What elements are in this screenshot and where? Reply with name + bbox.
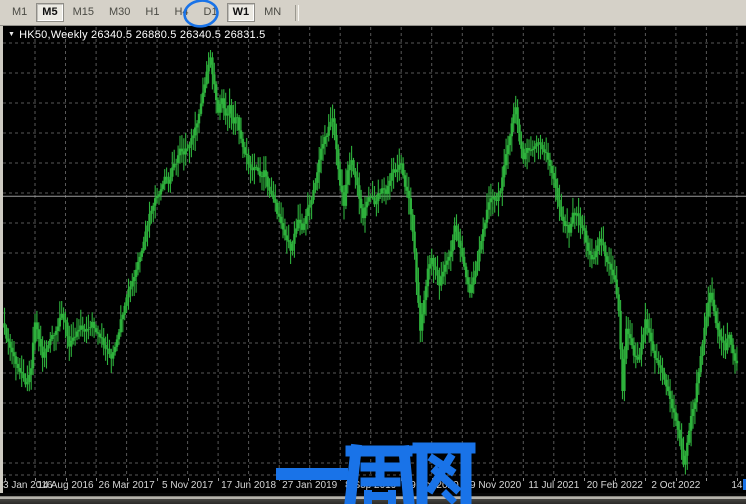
axis-tick [523,478,524,481]
time-axis: 3 Jan 201614 Aug 201626 Mar 20175 Nov 20… [0,478,746,493]
x-axis-label: 14 Aug 2016 [37,480,93,491]
axis-tick [157,478,158,481]
axis-tick [584,478,585,481]
x-axis-label: 26 Mar 2017 [99,480,155,491]
x-axis-label: 29 Nov 2020 [464,480,521,491]
timeframe-button-w1[interactable]: W1 [227,3,256,22]
timeframe-button-h4[interactable]: H4 [168,3,194,22]
axis-tick [462,478,463,481]
x-axis-label: 20 Feb 2022 [587,480,643,491]
chart-ohlc-text: HK50,Weekly 26340.5 26880.5 26340.5 2683… [19,29,265,41]
toolbar-separator [295,5,299,21]
axis-tick [96,478,97,481]
chart-dropdown-icon[interactable]: ▼ [8,31,15,38]
timeframe-button-m15[interactable]: M15 [67,3,100,22]
timeframe-button-mn[interactable]: MN [258,3,287,22]
window-left-edge [0,26,3,493]
x-axis-label: 17 Jun 2018 [221,480,276,491]
x-axis-label: 2 Oct 2022 [651,480,700,491]
timeframe-toolbar: M1M5M15M30H1H4D1W1MN [0,0,746,26]
timeframe-button-m5[interactable]: M5 [36,3,63,22]
axis-tick [706,478,707,481]
x-axis-label: 5 Nov 2017 [162,480,213,491]
grid-lines [3,27,746,477]
chart-title-line: ▼ HK50,Weekly 26340.5 26880.5 26340.5 268… [8,29,265,41]
window-bottom-edge [0,493,746,504]
x-axis-label: 8 Sep 2019 [345,480,396,491]
x-axis-label: 27 Jan 2019 [282,480,337,491]
x-axis-label: 11 Jul 2021 [528,480,579,491]
axis-tick [401,478,402,481]
timeframe-button-d1[interactable]: D1 [198,3,224,22]
axis-tick [340,478,341,481]
axis-tick [645,478,646,481]
candlestick-chart[interactable] [0,0,746,504]
x-axis-label: 19 Apr 2020 [405,480,459,491]
axis-tick [218,478,219,481]
x-axis-label: 14 [731,480,742,491]
mt4-window: { "toolbar": { "timeframes": [ {"label":… [0,0,746,504]
axis-tick [279,478,280,481]
timeframe-button-h1[interactable]: H1 [139,3,165,22]
timeframe-button-m1[interactable]: M1 [6,3,33,22]
timeframe-button-m30[interactable]: M30 [103,3,136,22]
